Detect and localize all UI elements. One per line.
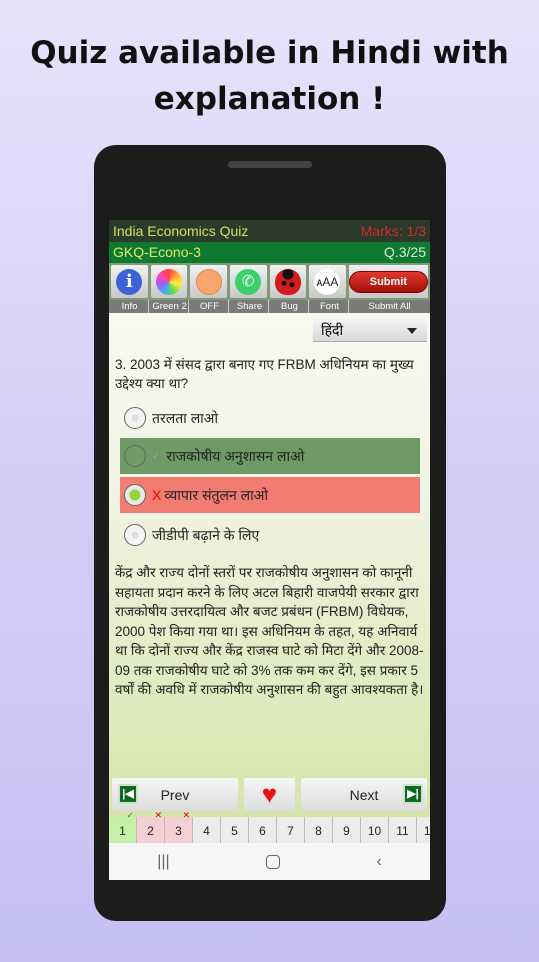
heart-icon: ♥	[261, 779, 278, 809]
page-number: 12	[423, 824, 430, 838]
bug-button[interactable]	[269, 265, 307, 298]
next-label: Next	[349, 786, 379, 803]
page-number: 1	[119, 824, 126, 838]
cross-icon: ✕	[154, 810, 162, 820]
marks-counter: Marks: 1/3	[360, 223, 426, 239]
submit-label: Submit	[348, 270, 429, 293]
option-text: राजकोषीय अनुशासन लाओ	[166, 447, 305, 464]
home-icon[interactable]	[266, 854, 281, 869]
question-number: Q.3/25	[383, 244, 426, 260]
question-nav-2[interactable]: 2 ✕	[137, 810, 165, 843]
cross-icon: ✕	[182, 810, 190, 820]
page-number: 5	[231, 824, 238, 838]
question-nav-3[interactable]: 3 ✕	[165, 810, 193, 843]
page-number: 2	[147, 824, 154, 838]
label-info: Info	[111, 300, 149, 313]
system-nav-bar: ||| ‹	[109, 843, 430, 880]
recent-apps-icon[interactable]: |||	[157, 853, 169, 871]
ladybug-icon	[274, 268, 301, 295]
option-3-wrong[interactable]: X व्यापार संतुलन लाओ	[120, 477, 420, 513]
question-nav-11[interactable]: 11	[389, 817, 417, 843]
question-nav-12[interactable]: 12	[417, 817, 430, 843]
theme-button[interactable]	[150, 265, 188, 298]
option-1[interactable]: तरलता लाओ	[120, 400, 420, 436]
option-text: व्यापार संतुलन लाओ	[164, 486, 269, 503]
page-number: 8	[315, 824, 322, 838]
explanation-text: केंद्र और राज्य दोनों स्तरों पर राजकोषीय…	[115, 565, 424, 697]
submit-button[interactable]: Submit	[348, 265, 429, 298]
question-nav-9[interactable]: 9	[333, 817, 361, 843]
app-title: India Economics Quiz	[113, 223, 249, 239]
quiz-bar: GKQ-Econo-3 Q.3/25	[109, 242, 430, 263]
radio-button[interactable]	[124, 445, 146, 467]
title-bar: India Economics Quiz Marks: 1/3	[109, 220, 430, 242]
page-number: 6	[259, 824, 266, 838]
question-nav-10[interactable]: 10	[361, 817, 389, 843]
skip-forward-icon: ▶|	[403, 784, 423, 804]
label-submit-all: Submit All	[351, 300, 428, 313]
question-nav-8[interactable]: 8	[305, 817, 333, 843]
quiz-id: GKQ-Econo-3	[113, 244, 201, 260]
question-nav-5[interactable]: 5	[221, 817, 249, 843]
option-4[interactable]: जीडीपी बढ़ाने के लिए	[120, 517, 420, 553]
app-screen: India Economics Quiz Marks: 1/3 GKQ-Econ…	[109, 220, 430, 880]
language-value: हिंदी	[321, 322, 344, 338]
cross-icon: X	[152, 487, 162, 503]
font-size-icon: ᴀAA	[314, 268, 341, 295]
label-share: Share	[231, 300, 269, 313]
prev-button[interactable]: |◀ Prev	[112, 778, 238, 811]
option-text: जीडीपी बढ़ाने के लिए	[152, 526, 260, 543]
whatsapp-icon: ✆	[235, 268, 262, 295]
question-nav-6[interactable]: 6	[249, 817, 277, 843]
font-button[interactable]: ᴀAA	[309, 265, 346, 298]
skip-back-icon: |◀	[118, 784, 138, 804]
check-icon: ✓	[126, 810, 134, 820]
page-number: 11	[396, 824, 409, 838]
sound-button[interactable]	[190, 265, 227, 298]
check-icon: ✓	[152, 450, 161, 462]
label-theme: Green 2	[151, 300, 189, 313]
radio-button[interactable]	[124, 524, 146, 546]
toolbar: i ✆ ᴀAA Submit	[109, 263, 430, 300]
next-button[interactable]: Next ▶|	[301, 778, 427, 811]
question-strip: 1✓2✕3✕456789101112	[109, 810, 430, 843]
page-number: 4	[203, 824, 210, 838]
chevron-down-icon	[407, 328, 417, 334]
question-text: 3. 2003 में संसद द्वारा बनाए गए FRBM अधि…	[115, 357, 414, 391]
back-icon[interactable]: ‹	[376, 853, 381, 871]
language-select[interactable]: हिंदी	[313, 318, 427, 342]
radio-button[interactable]	[124, 407, 146, 429]
option-text: तरलता लाओ	[152, 409, 219, 426]
label-bug: Bug	[271, 300, 309, 313]
page-number: 10	[367, 824, 382, 838]
speaker-icon	[195, 268, 222, 295]
toolbar-labels: Info Green 2 OFF Share Bug Font Submit A…	[109, 300, 430, 313]
question-nav-4[interactable]: 4	[193, 817, 221, 843]
question-nav-1[interactable]: 1 ✓	[109, 810, 137, 843]
info-icon: i	[116, 268, 143, 295]
info-button[interactable]: i	[111, 265, 148, 298]
phone-speaker	[228, 161, 312, 168]
page-number: 7	[287, 824, 294, 838]
option-2-correct[interactable]: ✓ राजकोषीय अनुशासन लाओ	[120, 438, 420, 474]
page-number: 3	[175, 824, 182, 838]
question-nav-7[interactable]: 7	[277, 817, 305, 843]
label-sound: OFF	[191, 300, 229, 313]
share-button[interactable]: ✆	[229, 265, 267, 298]
prev-label: Prev	[160, 786, 190, 803]
page-number: 9	[343, 824, 350, 838]
color-wheel-icon	[155, 268, 182, 295]
promo-headline: Quiz available in Hindi with explanation…	[30, 35, 509, 117]
label-font: Font	[311, 300, 349, 313]
favorite-button[interactable]: ♥	[244, 778, 295, 811]
radio-button-selected[interactable]	[124, 484, 146, 506]
